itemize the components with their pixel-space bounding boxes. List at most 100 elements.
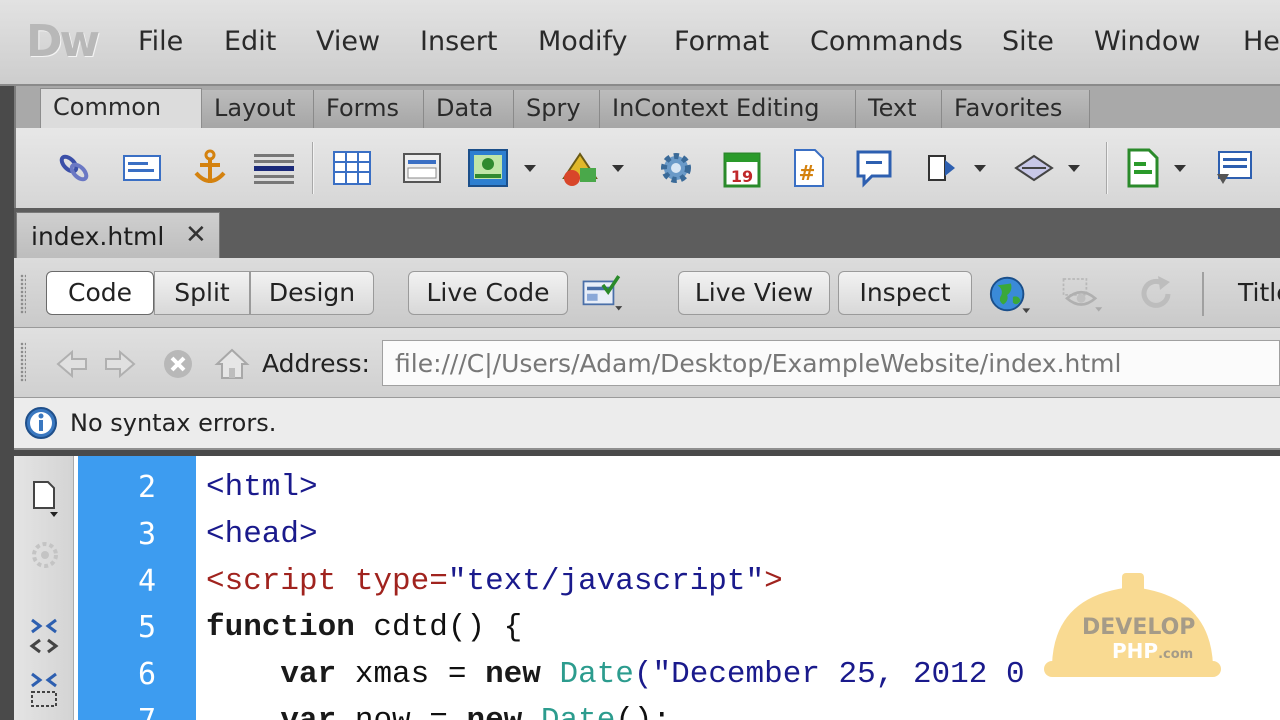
line-number-gutter: 2 3 4 5 6 7 — [78, 456, 196, 720]
inspect-button[interactable]: Inspect — [838, 271, 972, 315]
address-label: Address: — [262, 349, 370, 378]
code-token: var — [206, 657, 337, 692]
images-icon[interactable] — [466, 146, 510, 190]
line-number: 2 — [137, 470, 156, 505]
tab-forms[interactable]: Forms — [314, 90, 424, 128]
server-side-include-icon[interactable]: # — [786, 146, 830, 190]
check-browser-compatibility-icon[interactable] — [580, 270, 624, 314]
tab-layout[interactable]: Layout — [202, 90, 314, 128]
dreamweaver-logo: Dw — [26, 16, 100, 67]
menu-commands[interactable]: Commands — [810, 26, 963, 57]
code-token: <html> — [206, 470, 318, 505]
hyperlink-icon[interactable] — [52, 146, 96, 190]
collapse-selection-icon[interactable] — [26, 670, 62, 714]
menu-site[interactable]: Site — [1002, 26, 1054, 57]
code-line: var xmas = new Date("December 25, 2012 0 — [206, 657, 1024, 692]
email-link-icon[interactable] — [120, 146, 164, 190]
code-token: type= — [336, 564, 448, 599]
code-token: cdtd() { — [354, 610, 523, 645]
live-code-button[interactable]: Live Code — [408, 271, 568, 315]
code-token: > — [764, 564, 783, 599]
code-token: <head> — [206, 517, 318, 552]
tab-incontext-editing[interactable]: InContext Editing — [600, 90, 856, 128]
tab-favorites[interactable]: Favorites — [942, 90, 1090, 128]
code-line: <html> — [206, 470, 318, 505]
comment-icon[interactable] — [852, 146, 896, 190]
tab-common[interactable]: Common — [40, 88, 202, 128]
line-number: 3 — [137, 517, 156, 552]
script-icon[interactable] — [1012, 146, 1056, 190]
open-documents-icon[interactable] — [30, 478, 60, 522]
code-token: now = — [336, 703, 466, 720]
watermark-line1: DEVELOP — [1082, 615, 1196, 640]
code-token: xmas = — [336, 657, 486, 692]
home-icon[interactable] — [210, 342, 254, 386]
browser-navigation-bar: Address: file:///C|/Users/Adam/Desktop/E… — [14, 328, 1280, 398]
refresh-icon[interactable] — [1134, 272, 1178, 316]
date-icon[interactable]: 19 — [720, 146, 764, 190]
code-token: new — [466, 703, 522, 720]
preview-icon[interactable] — [1060, 272, 1104, 316]
tab-text[interactable]: Text — [856, 90, 942, 128]
document-tab-strip: index.html ✕ — [14, 208, 1280, 258]
line-number: 5 — [137, 610, 156, 645]
code-line: <script type="text/javascript"> — [206, 564, 783, 599]
code-token: Date — [559, 657, 634, 692]
media-icon[interactable] — [558, 146, 602, 190]
code-token: new — [485, 657, 541, 692]
horizontal-rule-icon[interactable] — [252, 146, 296, 190]
insert-div-icon[interactable] — [400, 146, 444, 190]
code-token: Date — [541, 703, 615, 720]
back-arrow-icon[interactable] — [50, 342, 94, 386]
code-view-button[interactable]: Code — [46, 271, 154, 315]
menu-window[interactable]: Window — [1094, 26, 1200, 57]
svg-text:#: # — [799, 161, 816, 185]
code-token: <script — [206, 564, 337, 599]
design-view-button[interactable]: Design — [250, 271, 374, 315]
code-line: var now = new Date(); — [206, 703, 671, 720]
line-number: 7 — [138, 703, 156, 720]
document-tab-label: index.html — [31, 222, 165, 251]
show-code-navigator-icon[interactable] — [28, 538, 62, 576]
tag-chooser-icon[interactable] — [1212, 146, 1256, 190]
menu-insert[interactable]: Insert — [420, 26, 497, 57]
menu-view[interactable]: View — [316, 26, 380, 57]
document-toolbar: Code Split Design Live Code Live View In… — [14, 258, 1280, 328]
code-token: var — [206, 703, 336, 720]
document-tab-index-html[interactable]: index.html ✕ — [16, 212, 220, 258]
insert-toolbar: 19 # — [14, 128, 1280, 208]
forward-arrow-icon[interactable] — [98, 342, 142, 386]
svg-text:19: 19 — [731, 167, 753, 186]
address-input[interactable]: file:///C|/Users/Adam/Desktop/ExampleWeb… — [382, 340, 1280, 386]
code-line: function cdtd() { — [206, 610, 522, 645]
menu-file[interactable]: File — [138, 26, 183, 57]
code-token: "text/javascript" — [447, 564, 765, 599]
close-icon[interactable]: ✕ — [185, 220, 207, 250]
tab-data[interactable]: Data — [424, 90, 514, 128]
templates-icon[interactable] — [1120, 146, 1164, 190]
widget-icon[interactable] — [654, 146, 698, 190]
menu-format[interactable]: Format — [674, 26, 769, 57]
table-icon[interactable] — [330, 146, 374, 190]
split-view-button[interactable]: Split — [154, 271, 250, 315]
code-line: <head> — [206, 517, 318, 552]
tab-spry[interactable]: Spry — [514, 90, 600, 128]
code-token: function — [206, 610, 355, 645]
menu-help[interactable]: He — [1243, 26, 1280, 57]
watermark-line2: PHP.com — [1112, 639, 1194, 663]
named-anchor-icon[interactable] — [188, 146, 232, 190]
head-icon[interactable] — [920, 146, 964, 190]
code-token: (); — [615, 703, 671, 720]
collapse-tag-icon[interactable] — [26, 616, 62, 660]
live-view-button[interactable]: Live View — [678, 271, 830, 315]
menu-bar: Dw File Edit View Insert Modify Format C… — [0, 0, 1280, 86]
menu-modify[interactable]: Modify — [538, 26, 627, 57]
globe-icon[interactable] — [988, 272, 1032, 316]
menu-edit[interactable]: Edit — [224, 26, 276, 57]
toolbar-divider — [1202, 272, 1204, 316]
stop-icon[interactable] — [156, 342, 200, 386]
coding-toolbar — [14, 456, 74, 720]
title-label: Title — [1238, 278, 1280, 307]
